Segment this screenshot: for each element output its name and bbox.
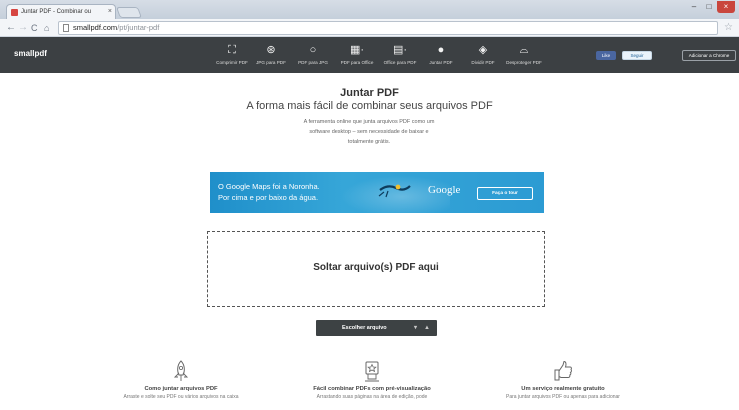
back-arrow-icon[interactable]: ← xyxy=(6,21,16,35)
unlock-pdf-icon: ⌓ xyxy=(519,44,529,56)
nav-item-office-to-pdf[interactable]: ▤· Office para PDF xyxy=(377,41,423,66)
add-to-chrome-button[interactable]: Adicionar a Chrome xyxy=(682,50,736,61)
nav-item-label: JPG para PDF xyxy=(256,60,286,65)
dropbox-icon[interactable]: ▾ xyxy=(414,320,417,336)
google-maps-ad-banner[interactable]: O Google Maps foi a Noronha. Por cima e … xyxy=(210,172,544,213)
choose-file-label: Escolher arquivo xyxy=(342,325,387,331)
tab-close-icon[interactable]: × xyxy=(108,5,112,19)
split-pdf-icon: ◈ xyxy=(478,44,488,56)
url-host: smallpdf.com xyxy=(73,23,118,32)
feature-preview: Fácil combinar PDFs com pré-visualização… xyxy=(282,360,462,401)
nav-item-label: PDF para Office xyxy=(340,60,374,65)
site-header: smallpdf ⛶ Comprimir PDF ⊛ JPG para PDF … xyxy=(0,37,739,73)
nav-item-split-pdf[interactable]: ◈ Dividir PDF xyxy=(460,41,506,66)
nav-item-label: Juntar PDF xyxy=(429,60,453,65)
tab-title: Juntar PDF - Combinar ou xyxy=(21,9,92,15)
smallpdf-favicon-icon xyxy=(11,9,18,16)
url-path: /pt/juntar-pdf xyxy=(117,23,160,32)
nav-item-label: Desproteger PDF xyxy=(506,60,542,65)
feature-how-to-merge: Como juntar arquivos PDF Arraste e solte… xyxy=(91,360,271,401)
drop-zone-label: Soltar arquivo(s) PDF aqui xyxy=(313,262,439,273)
home-icon[interactable]: ⌂ xyxy=(44,21,49,35)
forward-arrow-icon[interactable]: → xyxy=(18,21,28,35)
ad-copy: O Google Maps foi a Noronha. Por cima e … xyxy=(218,181,320,203)
nav-item-merge-pdf[interactable]: ● Juntar PDF xyxy=(418,41,464,66)
nav-item-pdf-to-jpg[interactable]: ○ PDF para JPG xyxy=(290,41,336,66)
ad-line: O Google Maps foi a Noronha. xyxy=(218,182,320,191)
nav-item-unlock-pdf[interactable]: ⌓ Desproteger PDF xyxy=(501,41,547,66)
page-icon xyxy=(63,24,69,32)
file-drop-zone[interactable]: Soltar arquivo(s) PDF aqui xyxy=(207,231,545,307)
page-title: Juntar PDF xyxy=(340,87,399,99)
browser-window: Juntar PDF - Combinar ou × – □ × ← → C ⌂… xyxy=(0,0,739,410)
description-line: software desktop – sem necessidade de ba… xyxy=(309,129,429,135)
close-window-button[interactable]: × xyxy=(717,1,735,13)
address-bar[interactable]: smallpdf.com/pt/juntar-pdf xyxy=(58,21,718,35)
ad-line: Por cima e por baixo da água. xyxy=(218,193,319,202)
bookmark-star-icon[interactable]: ☆ xyxy=(724,21,733,35)
tab-bar: Juntar PDF - Combinar ou × – □ × xyxy=(0,0,739,19)
maximize-button[interactable]: □ xyxy=(702,1,716,13)
nav-item-label: PDF para JPG xyxy=(298,60,328,65)
award-icon xyxy=(365,361,379,382)
browser-toolbar: ← → C ⌂ smallpdf.com/pt/juntar-pdf ☆ xyxy=(0,19,739,37)
merge-pdf-icon: ● xyxy=(437,44,445,56)
diver-illustration-icon xyxy=(378,184,411,198)
nav-item-pdf-to-office[interactable]: ▦· PDF para Office xyxy=(334,41,380,66)
jpg-to-pdf-icon: ⊛ xyxy=(266,44,276,56)
new-tab-button[interactable] xyxy=(115,7,143,18)
pdf-to-jpg-icon: ○ xyxy=(309,44,317,56)
feature-free-service: Um serviço realmente gratuito Para junta… xyxy=(473,360,653,401)
google-logo: Google xyxy=(428,184,461,196)
minimize-button[interactable]: – xyxy=(687,1,701,13)
rocket-icon xyxy=(173,360,189,381)
nav-item-label: Office para PDF xyxy=(383,60,417,65)
feature-description: Arraste e solte seu PDF ou vários arquiv… xyxy=(123,394,239,400)
feature-title: Como juntar arquivos PDF xyxy=(144,386,218,392)
choose-file-button[interactable]: Escolher arquivo ▾ ▲ xyxy=(316,320,437,336)
page-subtitle: A forma mais fácil de combinar seus arqu… xyxy=(246,100,493,112)
feature-description: Arrastando suas páginas na área de ediçã… xyxy=(316,394,428,400)
site-logo[interactable]: smallpdf xyxy=(14,49,47,58)
thumbs-up-icon xyxy=(554,360,572,381)
nav-item-jpg-to-pdf[interactable]: ⊛ JPG para PDF xyxy=(248,41,294,66)
pdf-to-office-icon: ▦· xyxy=(349,44,365,56)
feature-description: Para juntar arquivos PDF ou apenas para … xyxy=(506,394,620,400)
feature-title: Um serviço realmente gratuito xyxy=(521,386,605,392)
feature-title: Fácil combinar PDFs com pré-visualização xyxy=(313,386,431,392)
reload-icon[interactable]: C xyxy=(31,21,38,35)
page-description: A ferramenta online que junta arquivos P… xyxy=(289,117,449,147)
description-line: totalmente grátis. xyxy=(347,139,391,145)
facebook-like-button[interactable]: Like xyxy=(596,51,616,60)
nav-item-label: Dividir PDF xyxy=(471,60,495,65)
description-line: A ferramenta online que junta arquivos P… xyxy=(303,119,435,125)
twitter-follow-button[interactable]: Seguir xyxy=(622,51,652,60)
browser-tab[interactable]: Juntar PDF - Combinar ou × xyxy=(6,4,116,19)
ad-tour-button[interactable]: Faça o tour xyxy=(477,187,533,200)
office-to-pdf-icon: ▤· xyxy=(392,44,408,56)
google-drive-icon[interactable]: ▲ xyxy=(424,320,430,336)
